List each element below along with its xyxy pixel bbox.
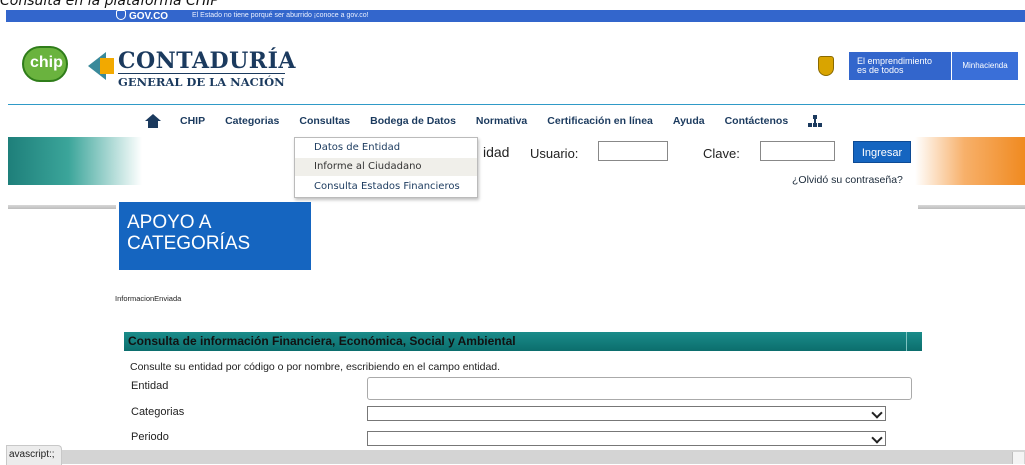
forgot-password-link[interactable]: ¿Olvidó su contraseña? (792, 174, 903, 186)
periodo-label: Periodo (131, 431, 169, 443)
ingresar-button[interactable]: Ingresar (853, 141, 911, 163)
nav-item-normativa[interactable]: Normativa (476, 115, 527, 127)
nav-item-contactenos[interactable]: Contáctenos (725, 115, 789, 127)
dropdown-item-informe-al-ciudadano[interactable]: Informe al Ciudadano (295, 158, 477, 176)
nav-item-certificacion[interactable]: Certificación en línea (547, 115, 653, 127)
entidad-input[interactable] (367, 377, 912, 400)
nav-item-chip[interactable]: CHIP (180, 115, 205, 127)
divider-left (8, 205, 116, 209)
periodo-select[interactable] (367, 431, 886, 446)
banner-right-gradient (915, 137, 1025, 185)
consultas-dropdown-menu: Datos de Entidad Informe al Ciudadano Co… (294, 137, 478, 198)
govco-logo-text: GOV.CO (129, 11, 169, 22)
horizontal-scrollbar[interactable] (6, 450, 1025, 464)
informacion-enviada-label: InformacionEnviada (115, 294, 182, 303)
clave-input[interactable] (760, 141, 835, 161)
apoyo-line2: CATEGORÍAS (127, 233, 251, 254)
dropdown-item-datos-de-entidad[interactable]: Datos de Entidad (295, 139, 477, 157)
contaduria-subtitle: GENERAL DE LA NACIÓN (118, 73, 285, 89)
consulta-section-header-end (906, 332, 922, 351)
chip-logo[interactable]: chip (22, 46, 68, 82)
header-divider (8, 104, 1025, 105)
contaduria-logo-accent-icon (100, 58, 114, 74)
clave-label: Clave: (703, 146, 740, 161)
nav-item-ayuda[interactable]: Ayuda (673, 115, 705, 127)
emprendimiento-banner[interactable]: El emprendimiento es de todos (849, 52, 951, 80)
consulta-help-text: Consulte su entidad por código o por nom… (130, 361, 501, 373)
divider-right (918, 205, 1025, 209)
page-caption: Consulta en la plataforma CHIP (0, 0, 219, 9)
scrollbar-end-button[interactable] (1012, 452, 1024, 464)
emprendimiento-line2: es de todos (857, 65, 904, 75)
colombia-coat-of-arms-icon (818, 56, 834, 76)
chevron-down-icon (871, 407, 883, 419)
minhacienda-logo[interactable]: Minhacienda (952, 52, 1018, 80)
apoyo-line1: APOYO A (127, 212, 212, 233)
sitemap-icon[interactable] (808, 115, 823, 127)
govco-message[interactable]: El Estado no tiene porqué ser aburrido ¡… (192, 10, 369, 22)
chip-logo-text: chip (30, 54, 63, 71)
categorias-label: Categorias (131, 406, 185, 418)
entidad-label: Entidad (131, 380, 169, 392)
main-nav: CHIP Categorias Consultas Bodega de Dato… (145, 113, 823, 129)
contaduria-title[interactable]: CONTADURÍA (118, 48, 296, 74)
chevron-down-icon (871, 432, 883, 444)
nav-item-consultas[interactable]: Consultas (299, 115, 350, 127)
banner-left-gradient (8, 137, 142, 185)
govco-logo[interactable]: GOV.CO (116, 10, 168, 23)
consulta-section-title: Consulta de información Financiera, Econ… (128, 334, 516, 348)
usuario-label: Usuario: (530, 146, 579, 161)
apoyo-categorias-box[interactable]: APOYO A CATEGORÍAS (119, 202, 311, 270)
govco-bar: GOV.CO El Estado no tiene porqué ser abu… (6, 10, 1025, 22)
categorias-select[interactable] (367, 406, 886, 421)
govco-shield-icon (116, 10, 126, 20)
usuario-input[interactable] (598, 141, 668, 161)
nav-item-bodega-de-datos[interactable]: Bodega de Datos (370, 115, 456, 127)
home-icon[interactable] (145, 114, 161, 128)
status-link-preview: avascript:; (6, 445, 62, 465)
login-title-partial: idad (483, 144, 510, 160)
dropdown-item-consulta-estados-financieros[interactable]: Consulta Estados Financieros (295, 178, 477, 196)
nav-item-categorias[interactable]: Categorias (225, 115, 279, 127)
